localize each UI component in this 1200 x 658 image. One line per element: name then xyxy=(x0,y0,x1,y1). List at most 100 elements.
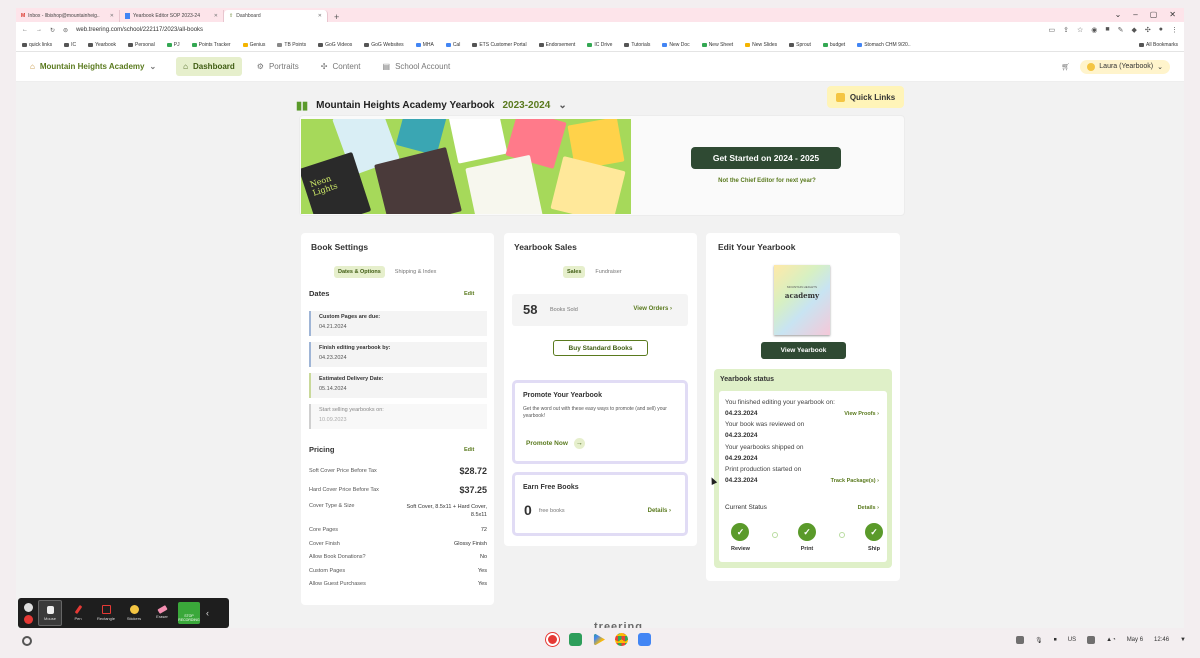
bookmark-item[interactable]: New Sheet xyxy=(701,42,733,48)
pause-icon[interactable] xyxy=(23,602,33,612)
bookmark-item[interactable]: quick links xyxy=(22,42,52,48)
view-yearbook-button[interactable]: View Yearbook xyxy=(761,342,846,359)
network-battery-icon[interactable]: ▲◔ xyxy=(1106,637,1116,643)
track-packages-link[interactable]: Track Package(s) › xyxy=(831,478,879,484)
promote-now-button[interactable]: Promote Now → xyxy=(526,438,585,449)
reload-icon[interactable]: ↻ xyxy=(50,27,55,34)
nav-content[interactable]: ✣ Content xyxy=(314,57,368,76)
bookmark-item[interactable]: Points Tracker xyxy=(191,42,231,48)
profile-icon[interactable]: ● xyxy=(1159,26,1163,34)
bookmark-item[interactable]: TB Points xyxy=(277,42,306,48)
tab-fundraiser[interactable]: Fundraiser xyxy=(591,266,625,278)
bookmark-item[interactable]: IC Drive xyxy=(587,42,612,48)
classroom-icon[interactable] xyxy=(569,633,582,646)
bookmark-item[interactable]: Tutorials xyxy=(624,42,650,48)
menu-icon[interactable]: ⋮ xyxy=(1171,26,1178,34)
cast-icon[interactable]: ▭ xyxy=(1049,26,1056,34)
files-icon[interactable] xyxy=(638,633,651,646)
school-selector[interactable]: ⌂ Mountain Heights Academy ⌄ xyxy=(30,62,156,71)
tool-rectangle[interactable]: Rectangle xyxy=(94,600,118,626)
bookmark-item[interactable]: Genius xyxy=(242,42,265,48)
star-icon[interactable]: ☆ xyxy=(1077,26,1083,34)
launcher-icon[interactable] xyxy=(22,636,32,646)
not-chief-editor-link[interactable]: Not the Chief Editor for next year? xyxy=(692,178,842,184)
tab-dates-options[interactable]: Dates & Options xyxy=(334,266,385,278)
free-books-details-link[interactable]: Details › xyxy=(648,508,671,514)
all-bookmarks[interactable]: All Bookmarks xyxy=(1139,42,1178,48)
extension-icon[interactable]: ✎ xyxy=(1118,26,1124,34)
extension-icon[interactable]: ◆ xyxy=(1132,26,1137,34)
bookmark-item[interactable]: Personal xyxy=(128,42,155,48)
tab-inbox[interactable]: M Inbox - llbishop@mountainheig.. ✕ xyxy=(16,10,120,22)
chevron-left-icon[interactable]: ‹ xyxy=(206,608,209,618)
nav-school-account[interactable]: ▤ School Account xyxy=(376,57,458,76)
quick-links-button[interactable]: Quick Links xyxy=(827,86,904,108)
bookmark-item[interactable]: GoG Websites xyxy=(364,42,404,48)
bookmark-item[interactable]: Sprout xyxy=(789,42,811,48)
bookmark-item[interactable]: New Slides xyxy=(745,42,777,48)
yearbook-title[interactable]: ▮▮ Mountain Heights Academy Yearbook 202… xyxy=(296,99,567,112)
share-icon[interactable]: ⇪ xyxy=(1063,26,1069,34)
nav-dashboard[interactable]: ⌂ Dashboard xyxy=(176,57,242,76)
play-store-icon[interactable] xyxy=(593,633,605,646)
user-menu[interactable]: Laura (Yearbook) ⌄ xyxy=(1080,59,1170,74)
bookmark-item[interactable]: budget xyxy=(822,42,845,48)
get-started-button[interactable]: Get Started on 2024 - 2025 xyxy=(691,147,841,169)
bookmark-item[interactable]: MHA xyxy=(415,42,434,48)
bookmark-item[interactable]: Cal xyxy=(445,42,460,48)
bookmark-item[interactable]: IC xyxy=(64,42,76,48)
screen-recorder-icon[interactable] xyxy=(546,633,559,646)
tab-shipping-index[interactable]: Shipping & Index xyxy=(391,266,441,278)
stop-icon[interactable]: ⏹︎ xyxy=(1054,637,1057,644)
bookmark-item[interactable]: PJ xyxy=(166,42,180,48)
tool-eraser[interactable]: Eraser xyxy=(150,600,174,626)
clipboard-icon[interactable] xyxy=(1016,636,1025,644)
tab-dashboard[interactable]: ⇧ Dashboard ✕ xyxy=(224,10,328,22)
tab-sales[interactable]: Sales xyxy=(563,266,586,278)
date[interactable]: May 6 xyxy=(1127,637,1143,643)
locale[interactable]: US xyxy=(1068,637,1076,643)
close-icon[interactable]: ✕ xyxy=(110,13,114,19)
tool-stickers[interactable]: Stickers xyxy=(122,600,146,626)
extension-icon[interactable]: ■ xyxy=(1105,26,1109,34)
tool-mouse[interactable]: Mouse xyxy=(38,600,62,626)
forward-icon[interactable]: → xyxy=(36,27,42,33)
record-icon[interactable] xyxy=(23,614,33,624)
bookmark-item[interactable]: Yearbook xyxy=(88,42,116,48)
bookmark-item[interactable]: GoG Videos xyxy=(318,42,352,48)
microphone-icon[interactable]: 🎙︎ xyxy=(1035,637,1043,644)
time[interactable]: 12:46 xyxy=(1154,637,1169,643)
back-icon[interactable]: ← xyxy=(22,27,28,33)
bookmark-item[interactable]: Stomach CHM 9/20.. xyxy=(857,42,911,48)
chrome-icon[interactable] xyxy=(615,633,628,646)
buy-standard-books-button[interactable]: Buy Standard Books xyxy=(553,340,648,356)
new-tab-button[interactable]: + xyxy=(328,12,345,22)
view-orders-link[interactable]: View Orders › xyxy=(633,306,672,312)
cart-icon[interactable]: 🛒︎ xyxy=(1061,63,1070,71)
bookmark-item[interactable]: New Doc xyxy=(662,42,690,48)
yearbook-cover-thumbnail[interactable]: MOUNTAIN HEIGHTS academy xyxy=(774,265,830,335)
close-icon[interactable]: ✕ xyxy=(318,13,322,19)
view-proofs-link[interactable]: View Proofs › xyxy=(844,411,879,417)
chevron-down-icon[interactable]: ⌄ xyxy=(1115,10,1122,19)
minimize-icon[interactable]: – xyxy=(1133,10,1137,19)
close-icon[interactable]: ✕ xyxy=(214,13,218,19)
close-window-icon[interactable]: ✕ xyxy=(1169,10,1176,19)
keyboard-icon[interactable] xyxy=(1087,636,1096,644)
wifi-icon[interactable]: ▼ xyxy=(1180,637,1186,643)
stop-recording-button[interactable]: STOP RECORDING xyxy=(178,602,200,624)
restore-icon[interactable]: ▢ xyxy=(1150,10,1158,19)
bookmark-item[interactable]: Endorsement xyxy=(538,42,575,48)
tool-pen[interactable]: Pen xyxy=(66,600,90,626)
tab-yearbook-sop[interactable]: Yearbook Editor SOP 2023-24 ✕ xyxy=(120,10,224,22)
extension-icon[interactable]: ◉ xyxy=(1091,26,1097,34)
pricing-edit-link[interactable]: Edit xyxy=(464,447,474,453)
site-info-icon[interactable]: ⊜ xyxy=(63,27,68,34)
dates-edit-link[interactable]: Edit xyxy=(464,291,474,297)
status-details-link[interactable]: Details › xyxy=(858,505,879,511)
puzzle-icon[interactable]: ✣ xyxy=(1145,26,1151,34)
nav-portraits[interactable]: ⚙ Portraits xyxy=(250,57,306,76)
books-sold-count: 58 xyxy=(523,302,538,317)
bookmark-item[interactable]: ETS Customer Portal xyxy=(472,42,527,48)
url-field[interactable]: web.treering.com/school/222117/2023/all-… xyxy=(76,27,203,33)
